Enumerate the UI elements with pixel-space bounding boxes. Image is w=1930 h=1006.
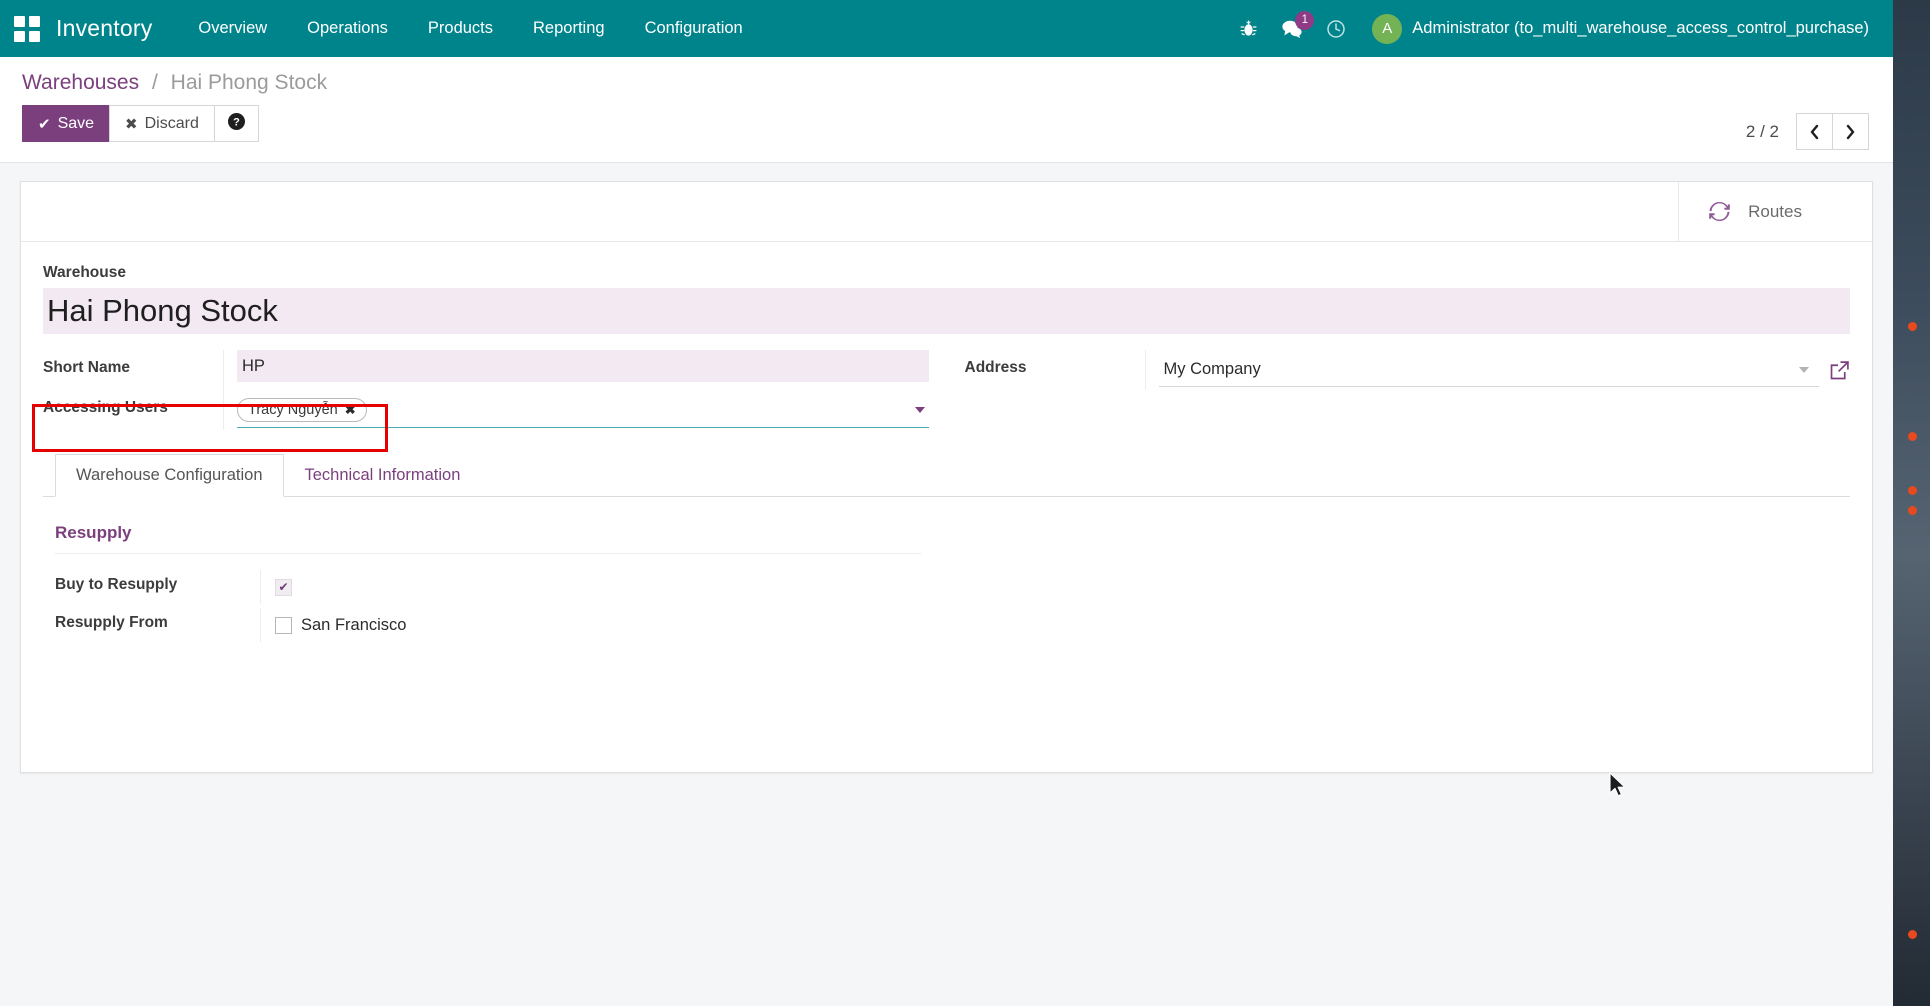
question-circle-icon: ? — [228, 113, 245, 135]
messages-badge: 1 — [1295, 11, 1314, 30]
short-name-input[interactable] — [237, 350, 929, 382]
resupply-from-value: San Francisco — [260, 608, 1838, 642]
desktop-indicator-dot — [1908, 486, 1917, 495]
breadcrumb: Warehouses / Hai Phong Stock — [22, 65, 1871, 105]
discard-button-label: Discard — [145, 115, 199, 133]
buy-to-resupply-checkbox[interactable]: ✔ — [275, 579, 292, 596]
desktop-indicator-dot — [1908, 930, 1917, 939]
address-field-row: Address — [965, 350, 1851, 390]
user-menu[interactable]: A Administrator (to_multi_warehouse_acce… — [1372, 0, 1869, 57]
tab-content-warehouse-configuration: Resupply Buy to Resupply ✔ Resupply From — [43, 497, 1850, 686]
menu-configuration[interactable]: Configuration — [625, 1, 763, 56]
routes-stat-button[interactable]: Routes — [1678, 182, 1872, 241]
address-input-wrap — [1159, 353, 1820, 387]
accessing-users-label: Accessing Users — [43, 390, 223, 417]
external-link-icon[interactable] — [1829, 360, 1850, 381]
routes-stat-label: Routes — [1748, 202, 1802, 222]
menu-reporting[interactable]: Reporting — [513, 1, 625, 56]
desktop-indicator-dot — [1908, 506, 1917, 515]
avatar: A — [1372, 14, 1402, 44]
check-icon: ✔ — [38, 115, 51, 133]
fields-column-left: Short Name Accessing Users Tracy Nguyễn — [43, 350, 929, 430]
activity-clock-icon[interactable] — [1314, 0, 1358, 57]
user-name-label: Administrator (to_multi_warehouse_access… — [1412, 19, 1869, 38]
refresh-sync-icon — [1707, 199, 1732, 224]
discard-button[interactable]: ✖ Discard — [109, 105, 215, 142]
menu-products[interactable]: Products — [408, 1, 513, 56]
svg-text:?: ? — [233, 116, 240, 128]
top-navbar: Inventory Overview Operations Products R… — [0, 0, 1893, 57]
resupply-from-label: Resupply From — [55, 608, 260, 632]
desktop-backdrop — [1890, 0, 1930, 1006]
desktop-indicator-dot — [1908, 322, 1917, 331]
desktop-indicator-dot — [1908, 432, 1917, 441]
bug-icon[interactable] — [1226, 0, 1270, 57]
times-icon: ✖ — [125, 115, 138, 133]
record-action-buttons: ✔ Save ✖ Discard ? — [22, 105, 1871, 142]
accessing-users-tag[interactable]: Tracy Nguyễn ✖ — [237, 398, 367, 422]
form-body: Warehouse Short Name Accessing — [21, 242, 1872, 430]
tab-technical-information[interactable]: Technical Information — [284, 454, 482, 497]
fields-grid: Short Name Accessing Users Tracy Nguyễn — [43, 350, 1850, 430]
save-button[interactable]: ✔ Save — [22, 105, 110, 142]
control-panel: Warehouses / Hai Phong Stock ✔ Save ✖ Di… — [0, 57, 1893, 163]
resupply-from-row: Resupply From San Francisco — [55, 608, 1838, 646]
app-window: Inventory Overview Operations Products R… — [0, 0, 1893, 1006]
accessing-users-tag-container[interactable]: Tracy Nguyễn ✖ — [237, 392, 929, 428]
chevron-down-icon[interactable] — [915, 407, 925, 413]
apps-grid-square — [14, 16, 25, 27]
sheet-container: Routes Warehouse Short Name — [0, 163, 1893, 1005]
address-input[interactable] — [1159, 353, 1820, 387]
resupply-from-san-francisco-label: San Francisco — [301, 616, 406, 635]
buy-to-resupply-row: Buy to Resupply ✔ — [55, 570, 1838, 608]
apps-grid-square — [14, 31, 25, 42]
address-label: Address — [965, 350, 1145, 377]
accessing-users-value: Tracy Nguyễn ✖ — [223, 390, 929, 430]
address-value — [1145, 350, 1851, 390]
notebook: Warehouse Configuration Technical Inform… — [21, 454, 1872, 686]
accessing-users-field-row: Accessing Users Tracy Nguyễn ✖ — [43, 390, 929, 430]
breadcrumb-warehouses-link[interactable]: Warehouses — [22, 71, 139, 94]
form-sheet: Routes Warehouse Short Name — [20, 181, 1873, 773]
pager: 2 / 2 — [1746, 113, 1869, 150]
short-name-field-row: Short Name — [43, 350, 929, 390]
short-name-label: Short Name — [43, 350, 223, 377]
tab-list: Warehouse Configuration Technical Inform… — [43, 454, 1850, 497]
apps-menu-icon[interactable] — [12, 14, 42, 44]
buy-to-resupply-value: ✔ — [260, 570, 1838, 604]
tab-warehouse-configuration[interactable]: Warehouse Configuration — [55, 454, 284, 497]
stat-button-row: Routes — [21, 182, 1872, 242]
help-button[interactable]: ? — [214, 105, 259, 142]
buy-to-resupply-label: Buy to Resupply — [55, 570, 260, 594]
tag-remove-icon[interactable]: ✖ — [345, 402, 356, 418]
apps-grid-square — [29, 16, 40, 27]
warehouse-title-block: Warehouse — [43, 264, 1850, 334]
breadcrumb-current-record: Hai Phong Stock — [171, 71, 327, 94]
apps-grid-square — [29, 31, 40, 42]
app-brand-name[interactable]: Inventory — [56, 15, 152, 42]
breadcrumb-separator: / — [152, 71, 158, 94]
check-icon: ✔ — [278, 581, 288, 593]
menu-overview[interactable]: Overview — [178, 1, 287, 56]
menu-operations[interactable]: Operations — [287, 1, 408, 56]
pager-next-button[interactable] — [1832, 113, 1869, 150]
fields-column-right: Address — [965, 350, 1851, 430]
resupply-from-san-francisco-checkbox[interactable] — [275, 617, 292, 634]
navbar-right-tools: 1 A Administrator (to_multi_warehouse_ac… — [1226, 0, 1893, 57]
save-button-label: Save — [58, 115, 94, 133]
accessing-users-tag-label: Tracy Nguyễn — [248, 402, 338, 418]
warehouse-field-label: Warehouse — [43, 264, 1850, 282]
warehouse-name-input[interactable] — [43, 288, 1850, 334]
pager-value: 2 / 2 — [1746, 122, 1779, 142]
messages-icon[interactable]: 1 — [1270, 0, 1314, 57]
resupply-section-title: Resupply — [55, 523, 921, 554]
chevron-down-icon[interactable] — [1799, 367, 1809, 373]
short-name-value — [223, 350, 929, 390]
pager-previous-button[interactable] — [1796, 113, 1833, 150]
